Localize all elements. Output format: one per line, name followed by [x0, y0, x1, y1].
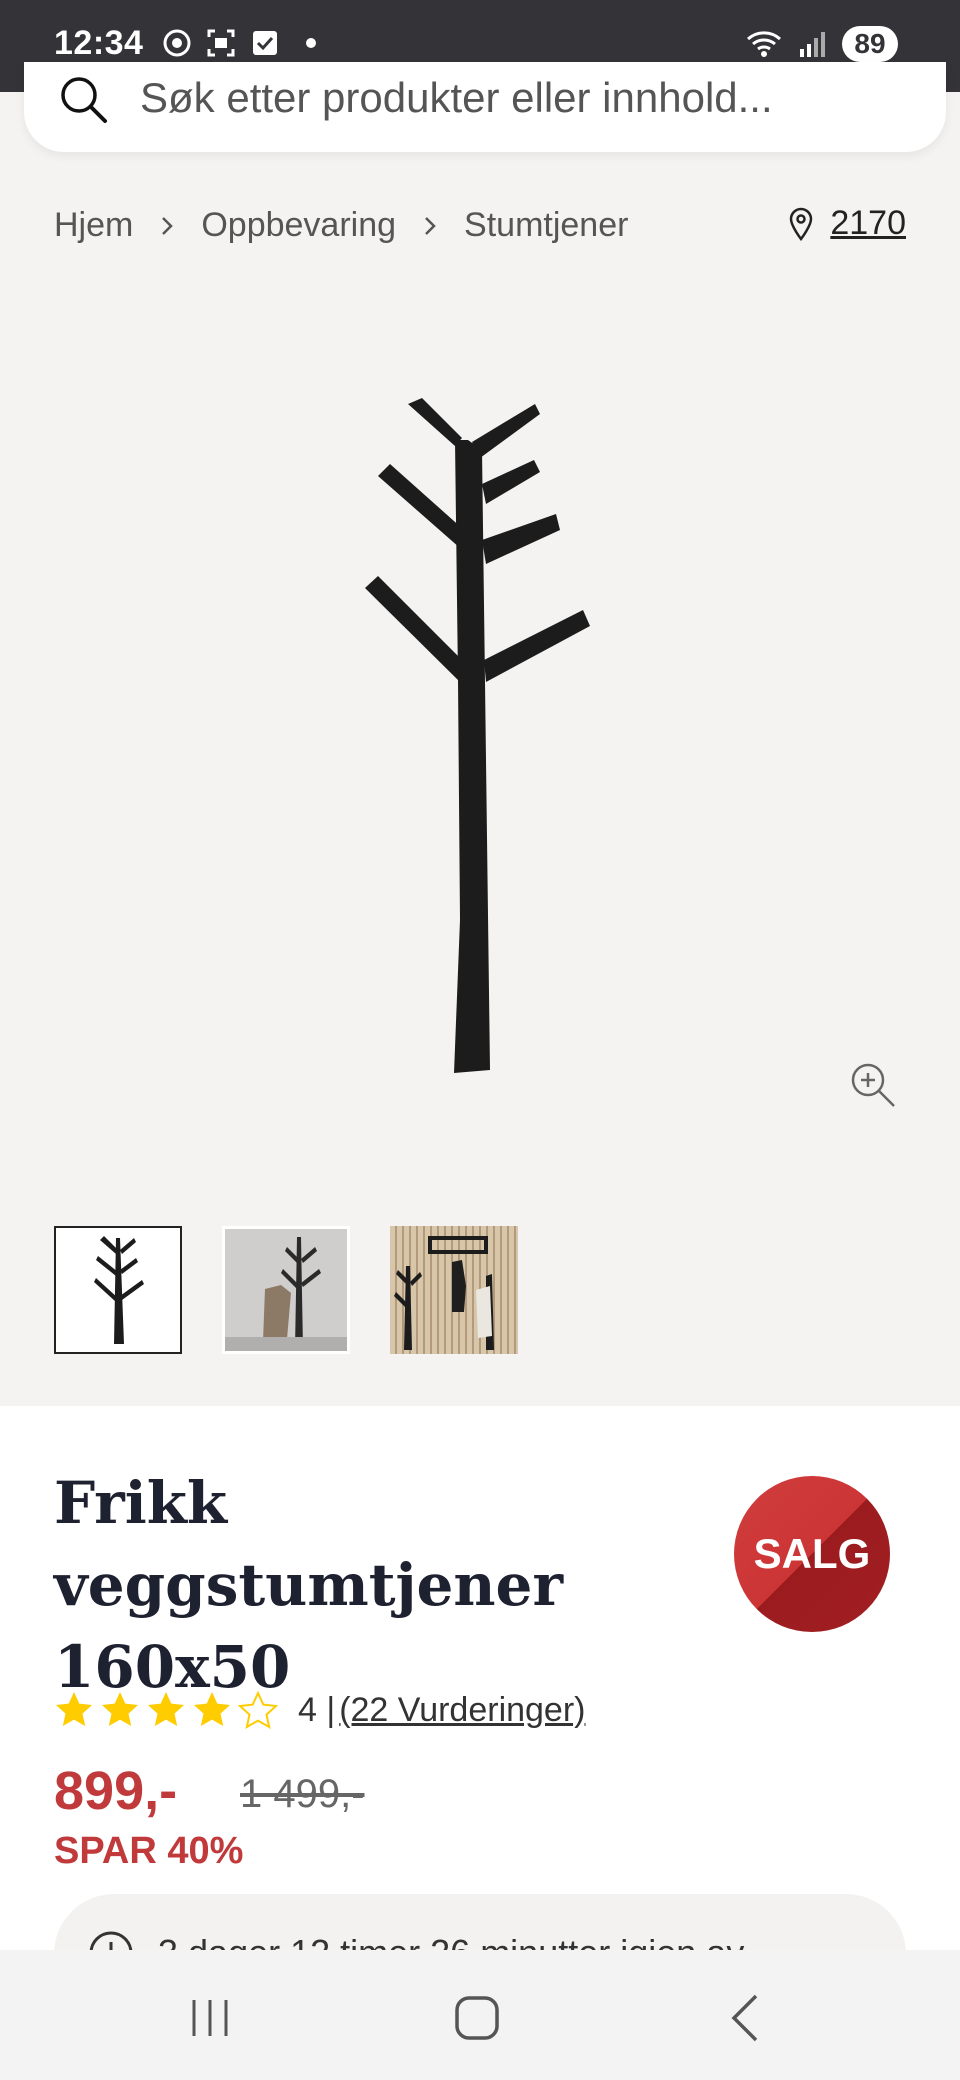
postal-code[interactable]: 2170: [830, 204, 906, 243]
search-bar[interactable]: [24, 62, 946, 152]
status-time: 12:34: [54, 24, 144, 62]
screenshot-icon: [207, 29, 235, 57]
recent-apps-icon[interactable]: [180, 1988, 240, 2048]
search-icon[interactable]: [56, 72, 110, 126]
signal-icon: [800, 32, 825, 57]
wifi-icon: [747, 31, 781, 57]
reviews-link[interactable]: (22 Vurderinger): [339, 1691, 585, 1730]
image-thumbnails: [54, 1226, 518, 1354]
breadcrumb-valet-stand[interactable]: Stumtjener: [464, 206, 628, 245]
product-page: 12:34 89 Hjem Oppbevaring Stumtjener 217…: [0, 0, 960, 2080]
thumbnail-1[interactable]: [54, 1226, 182, 1354]
chevron-right-icon: [425, 216, 436, 235]
star-icon: [102, 1692, 138, 1726]
discount-label: SPAR 40%: [54, 1830, 244, 1872]
location-pin-icon: [790, 207, 813, 241]
sale-badge: SALG: [734, 1476, 890, 1632]
product-image[interactable]: [250, 380, 720, 1100]
breadcrumb-storage[interactable]: Oppbevaring: [201, 206, 396, 245]
breadcrumb-home[interactable]: Hjem: [54, 206, 133, 245]
star-icon: [56, 1692, 92, 1726]
chrome-icon: [163, 29, 191, 57]
status-notification-icons: [162, 28, 316, 58]
star-outline-icon: [238, 1690, 278, 1729]
search-input[interactable]: [140, 68, 900, 128]
breadcrumb: Hjem Oppbevaring Stumtjener: [54, 206, 628, 245]
thumbnail-2[interactable]: [222, 1226, 350, 1354]
star-icon: [194, 1692, 230, 1726]
system-navigation-bar: [0, 1950, 960, 2080]
original-price: 1 499,-: [240, 1772, 365, 1816]
zoom-in-icon[interactable]: [848, 1060, 898, 1110]
back-icon[interactable]: [716, 1988, 776, 2048]
tree-hangers-on-wood-wall-image: [394, 1236, 494, 1350]
status-system-icons: 89: [744, 26, 898, 62]
current-price: 899,-: [54, 1761, 178, 1821]
sale-badge-label: SALG: [753, 1530, 871, 1577]
tree-hanger-thumbnail-image: [94, 1236, 144, 1344]
rating: 4 | (22 Vurderinger): [54, 1690, 586, 1730]
thumbnail-3[interactable]: [390, 1226, 518, 1354]
product-title: Frikk veggstumtjener 160x50: [54, 1469, 564, 1701]
tree-hanger-with-coat-image: [225, 1229, 347, 1351]
battery-level: 89: [842, 26, 898, 62]
rating-value: 4 |: [298, 1690, 336, 1729]
check-box-icon: [253, 31, 277, 55]
chevron-right-icon: [162, 216, 174, 235]
star-icon: [148, 1692, 184, 1726]
home-icon[interactable]: [447, 1988, 507, 2048]
more-notifications-dot: [306, 38, 316, 48]
store-location[interactable]: 2170: [788, 204, 906, 243]
